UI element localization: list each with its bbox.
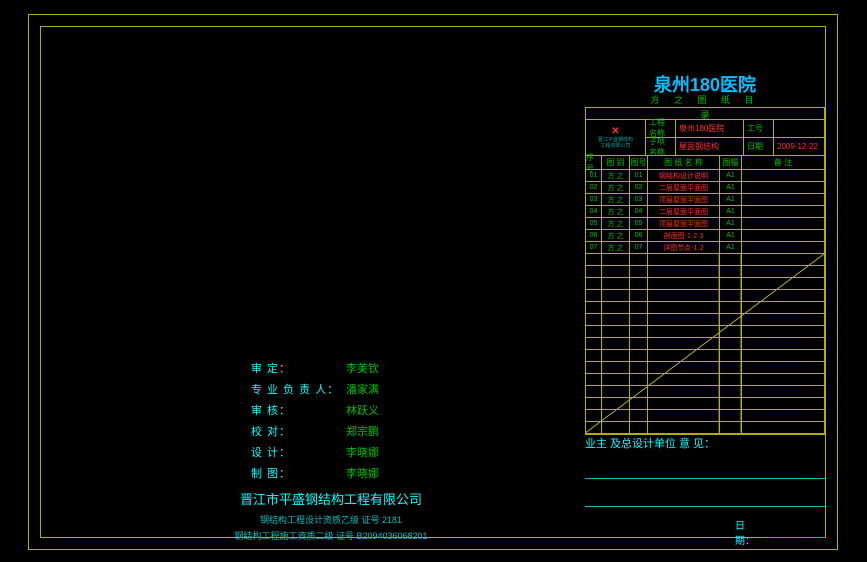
empty-row bbox=[586, 290, 824, 302]
cad-viewport: 泉州180医院 方 之 图 纸 目 录 ✕ 晋江平盛钢结构 工程有限公司 工程名… bbox=[0, 0, 867, 562]
proj-label: 工程名称 bbox=[646, 120, 676, 137]
sheet-subtitle: 方 之 图 纸 目 bbox=[585, 93, 825, 106]
table-header-block: ✕ 晋江平盛钢结构 工程有限公司 工程名称 泉州180医院 工号 子项名称 屋面… bbox=[586, 120, 824, 156]
th-seq: 序号 bbox=[586, 156, 602, 169]
empty-row bbox=[586, 278, 824, 290]
proj-value: 泉州180医院 bbox=[676, 120, 744, 137]
table-row: 01方 之01钢结构设计说明A1 bbox=[586, 170, 824, 182]
signature-row: 设 计：李晓娜 bbox=[251, 443, 411, 463]
signature-line bbox=[585, 489, 825, 507]
empty-row bbox=[586, 254, 824, 266]
empty-row bbox=[586, 374, 824, 386]
empty-row bbox=[586, 326, 824, 338]
owner-label: 业主 及总设计单位 意 见： bbox=[585, 435, 825, 451]
table-row: 07方 之07详图节点-1·2A1 bbox=[586, 242, 824, 254]
empty-row bbox=[586, 410, 824, 422]
signature-line bbox=[585, 461, 825, 479]
date-field: 日 期： bbox=[585, 517, 825, 547]
table-row: 05方 之05顶层屋面平面图A1 bbox=[586, 218, 824, 230]
date-label: 日 期： bbox=[735, 517, 762, 547]
company-logo: ✕ 晋江平盛钢结构 工程有限公司 bbox=[586, 120, 646, 156]
empty-row bbox=[586, 302, 824, 314]
empty-row bbox=[586, 386, 824, 398]
no-label: 工号 bbox=[744, 120, 774, 137]
table-row: 03方 之03顶层屋面平面图A1 bbox=[586, 194, 824, 206]
logo-icon: ✕ bbox=[611, 126, 619, 137]
th-note: 备 注 bbox=[742, 156, 824, 169]
empty-row bbox=[586, 266, 824, 278]
no-value bbox=[774, 120, 824, 137]
company-cert-2: 钢结构工程施工资质二级 证号 B2094036068201 bbox=[191, 529, 471, 542]
company-cert-1: 钢结构工程设计资质乙级 证号 2181 bbox=[191, 513, 471, 526]
signature-row: 校 对：郑宗鹏 bbox=[251, 422, 411, 442]
signature-row: 制 图：李晓娜 bbox=[251, 464, 411, 484]
empty-row bbox=[586, 398, 824, 410]
company-name: 晋江市平盛钢结构工程有限公司 bbox=[191, 489, 471, 508]
owner-opinion-block: 业主 及总设计单位 意 见： 日 期： bbox=[585, 435, 825, 547]
table-empty-area bbox=[586, 254, 824, 434]
company-block: 晋江市平盛钢结构工程有限公司 钢结构工程设计资质乙级 证号 2181 钢结构工程… bbox=[191, 489, 471, 545]
th-num: 图号 bbox=[630, 156, 648, 169]
empty-row bbox=[586, 338, 824, 350]
empty-row bbox=[586, 314, 824, 326]
table-row: 04方 之04二层屋面平面图A1 bbox=[586, 206, 824, 218]
signature-row: 审 核：林跃义 bbox=[251, 401, 411, 421]
table-columns-header: 序号 图 别 图号 图 纸 名 称 图幅 备 注 bbox=[586, 156, 824, 170]
signature-row: 审 定：李美钦 bbox=[251, 359, 411, 379]
signature-block: 审 定：李美钦专 业 负 责 人：潘家满审 核：林跃义校 对：郑宗鹏设 计：李晓… bbox=[251, 359, 411, 485]
date-underline bbox=[766, 526, 825, 538]
sub-label: 子项名称 bbox=[646, 138, 676, 156]
inner-frame: 泉州180医院 方 之 图 纸 目 录 ✕ 晋江平盛钢结构 工程有限公司 工程名… bbox=[40, 26, 826, 538]
sub-value: 屋面钢结构 bbox=[676, 138, 744, 156]
logo-text-2: 工程有限公司 bbox=[600, 143, 630, 149]
drawing-index-table: 录 ✕ 晋江平盛钢结构 工程有限公司 工程名称 泉州180医院 工号 子项名称 bbox=[585, 107, 825, 435]
th-size: 图幅 bbox=[720, 156, 742, 169]
table-rows: 01方 之01钢结构设计说明A102方 之02二层屋面平面图A103方 之03顶… bbox=[586, 170, 824, 254]
empty-row bbox=[586, 362, 824, 374]
signature-row: 专 业 负 责 人：潘家满 bbox=[251, 380, 411, 400]
th-kind: 图 别 bbox=[602, 156, 630, 169]
catalog-label: 录 bbox=[586, 108, 824, 120]
th-name: 图 纸 名 称 bbox=[648, 156, 720, 169]
empty-row bbox=[586, 422, 824, 434]
date-value: 2009-12-22 bbox=[774, 138, 824, 156]
table-row: 06方 之06剖面图-1·2·3A1 bbox=[586, 230, 824, 242]
empty-row bbox=[586, 350, 824, 362]
date-label: 日期 bbox=[744, 138, 774, 156]
table-row: 02方 之02二层屋面平面图A1 bbox=[586, 182, 824, 194]
